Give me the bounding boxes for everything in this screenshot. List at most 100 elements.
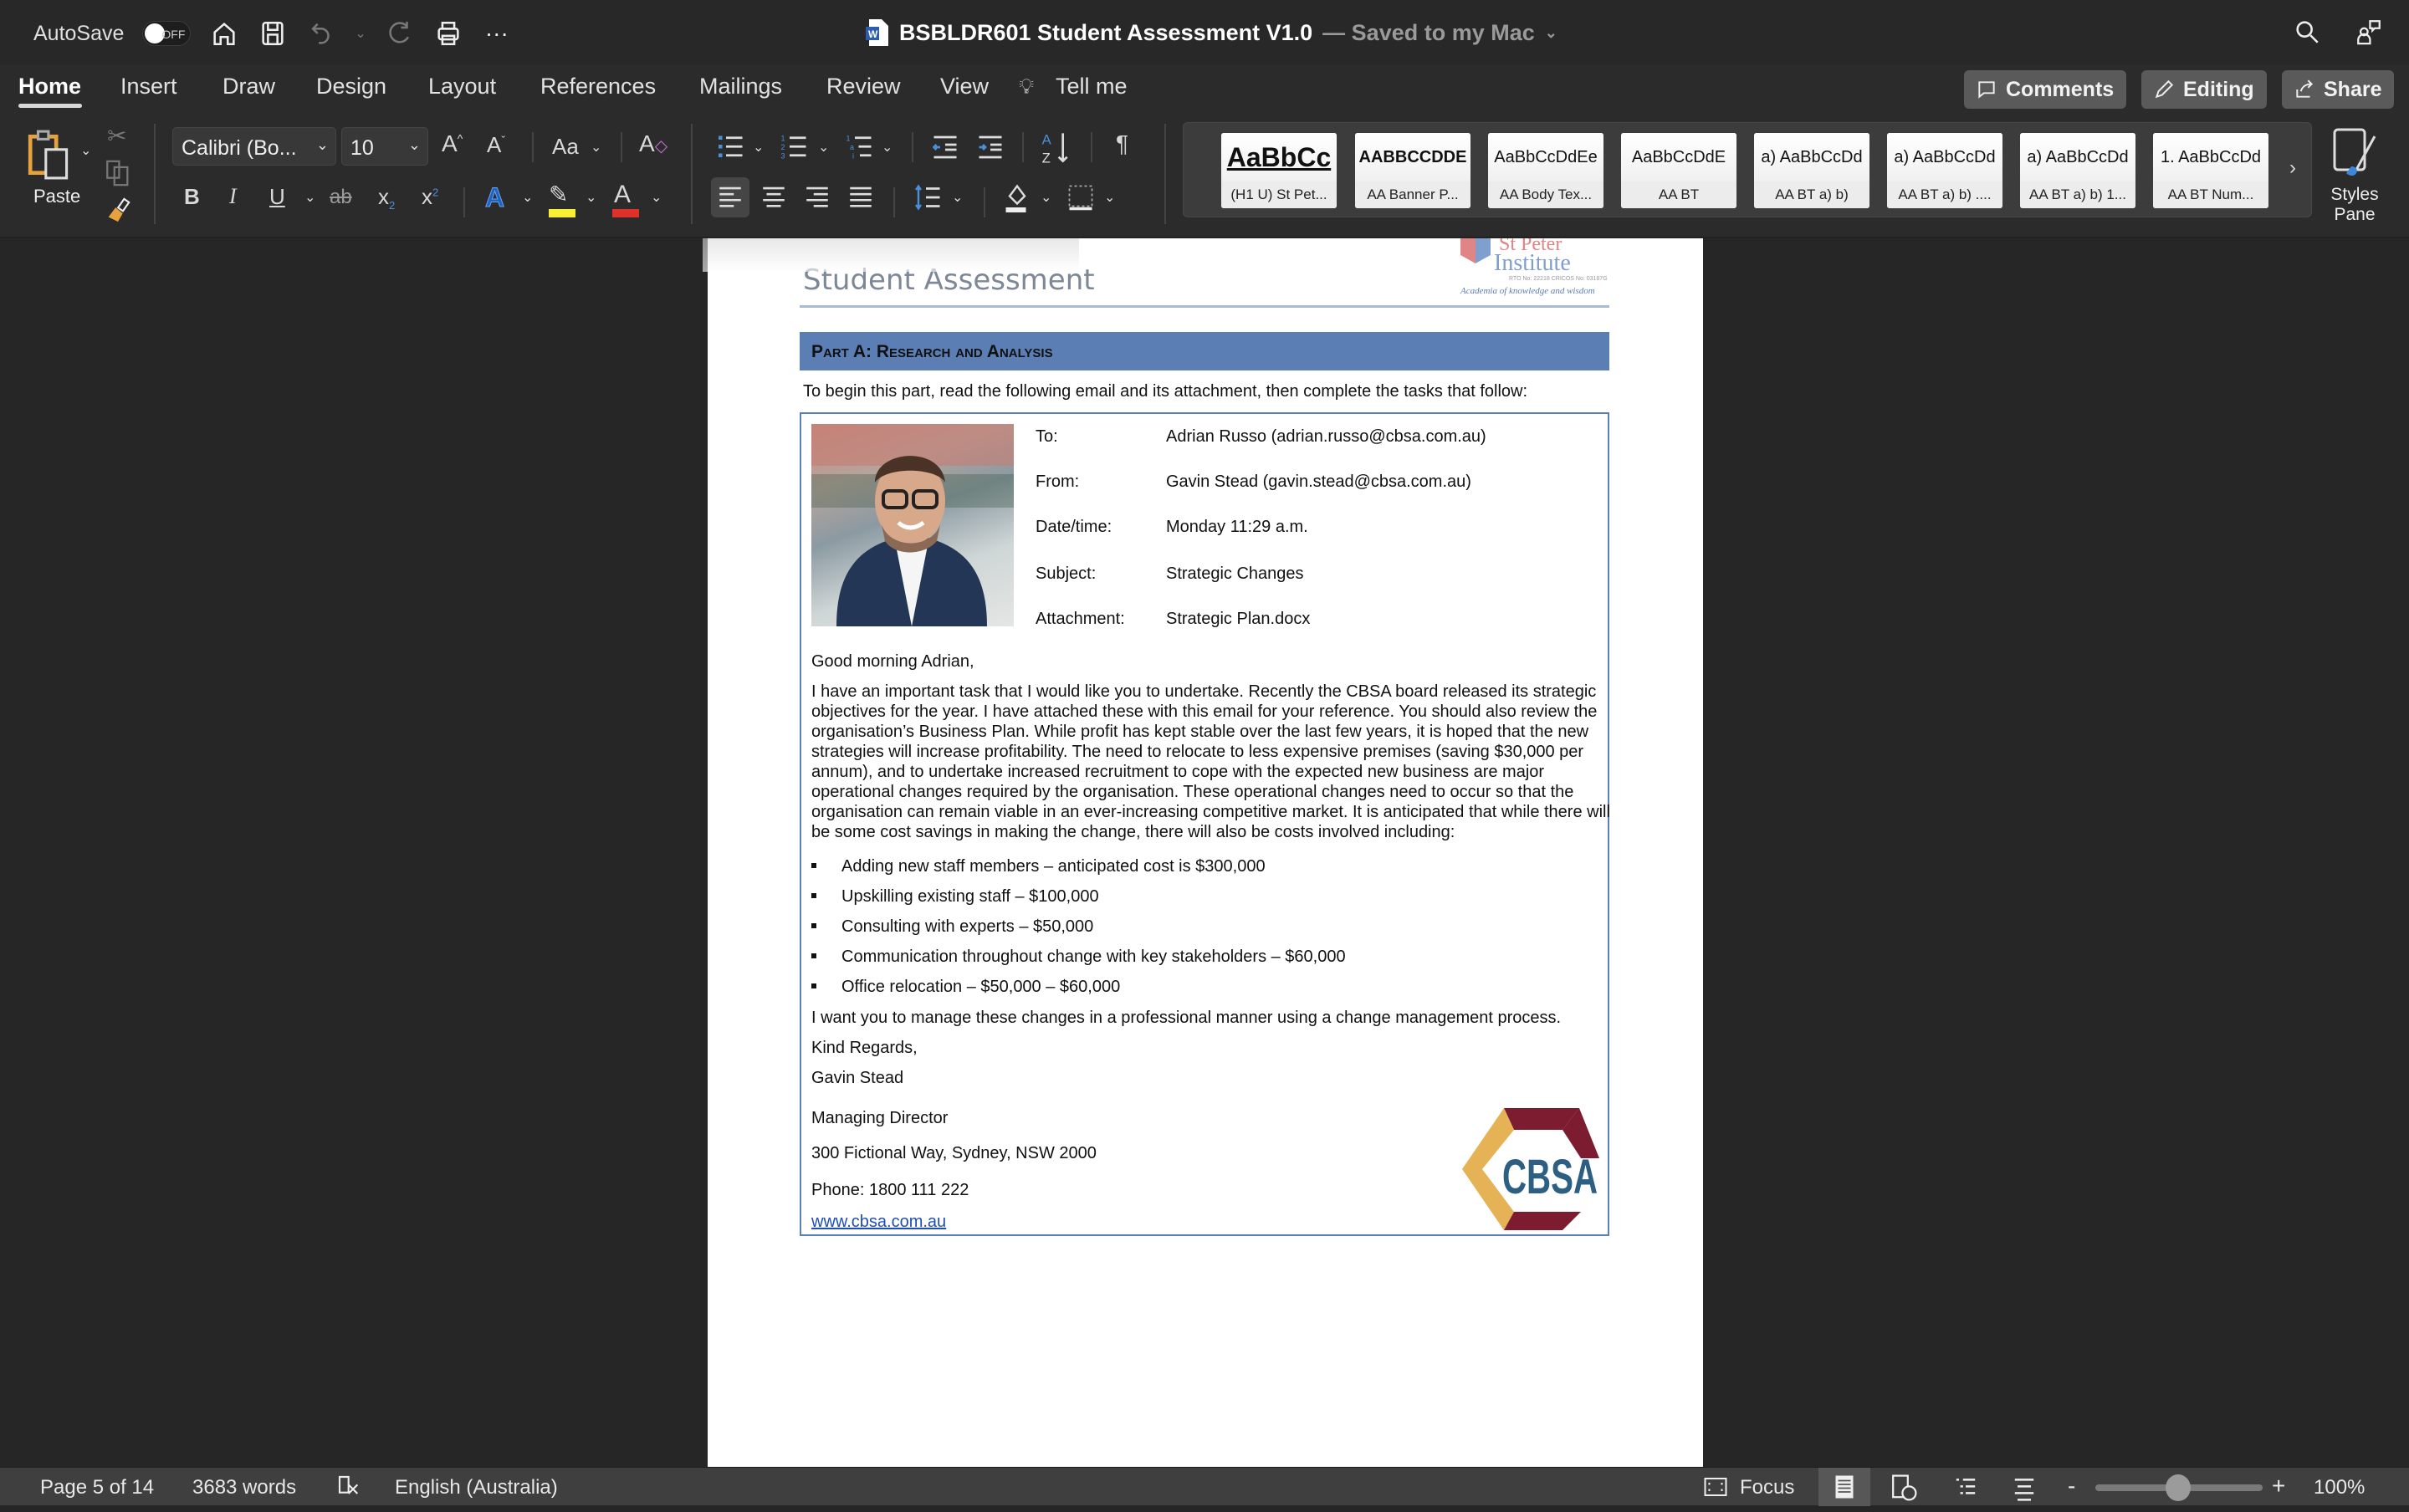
zoom-slider-handle[interactable] bbox=[2166, 1474, 2191, 1501]
tab-review[interactable]: Review bbox=[826, 74, 901, 100]
chevron-down-icon[interactable]: ⌄ bbox=[1545, 24, 1557, 42]
tab-draw[interactable]: Draw bbox=[222, 74, 275, 100]
focus-icon[interactable] bbox=[1703, 1476, 1728, 1498]
zoom-level[interactable]: 100% bbox=[2314, 1476, 2365, 1499]
tab-insert[interactable]: Insert bbox=[120, 74, 177, 100]
tab-design[interactable]: Design bbox=[316, 74, 386, 100]
print-icon[interactable] bbox=[433, 18, 463, 49]
more-icon[interactable]: ··· bbox=[482, 18, 512, 49]
meta-key: Attachment: bbox=[1036, 610, 1125, 628]
sort-icon[interactable]: AZ bbox=[1041, 129, 1074, 166]
search-icon[interactable] bbox=[2292, 17, 2322, 47]
home-icon[interactable] bbox=[209, 18, 239, 49]
chevron-down-icon[interactable]: ⌄ bbox=[818, 139, 829, 156]
chevron-down-icon[interactable]: ⌄ bbox=[586, 189, 596, 206]
gallery-next-icon[interactable]: › bbox=[2289, 156, 2296, 180]
font-size-dropdown[interactable]: 10 ⌄ bbox=[341, 127, 428, 166]
undo-icon[interactable] bbox=[306, 18, 336, 49]
style-aa-bt-num[interactable]: 1. AaBbCcDd AA BT Num... bbox=[2153, 133, 2268, 208]
styles-pane-button[interactable]: Styles Pane bbox=[2317, 125, 2392, 226]
clear-formatting-icon[interactable]: A◇ bbox=[639, 130, 667, 157]
justify-icon[interactable] bbox=[846, 182, 875, 211]
multilevel-list-icon[interactable]: 1ai bbox=[845, 132, 875, 162]
editing-button[interactable]: Editing bbox=[2141, 70, 2267, 109]
style-aa-bt-ab[interactable]: a) AaBbCcDd AA BT a) b) bbox=[1754, 133, 1869, 208]
word-count[interactable]: 3683 words bbox=[192, 1476, 296, 1499]
subscript-button[interactable]: x2 bbox=[378, 184, 395, 212]
font-name-dropdown[interactable]: Calibri (Bo... ⌄ bbox=[172, 127, 336, 166]
format-painter-icon[interactable] bbox=[104, 196, 132, 224]
email-signoff: Kind Regards, bbox=[811, 1039, 918, 1057]
style-h1-st-peter[interactable]: AaBbCc (H1 U) St Pet... bbox=[1221, 133, 1337, 208]
outline-view-icon[interactable] bbox=[1952, 1474, 1979, 1501]
document-canvas[interactable]: Student Assessment St Peter Institute RT… bbox=[0, 238, 2409, 1468]
zoom-in-button[interactable]: + bbox=[2272, 1473, 2285, 1499]
text-effects-icon[interactable]: A bbox=[484, 182, 504, 213]
save-icon[interactable] bbox=[258, 18, 288, 49]
page-count[interactable]: Page 5 of 14 bbox=[40, 1476, 154, 1499]
tab-references[interactable]: References bbox=[540, 74, 656, 100]
document-page[interactable]: Student Assessment St Peter Institute RT… bbox=[708, 238, 1703, 1468]
zoom-out-button[interactable]: - bbox=[2068, 1473, 2075, 1499]
decrease-font-size-icon[interactable]: Aˇ bbox=[487, 132, 505, 158]
borders-icon[interactable] bbox=[1066, 182, 1096, 212]
style-aa-banner[interactable]: AABBCCDDE AA Banner P... bbox=[1355, 133, 1470, 208]
show-formatting-marks-icon[interactable]: ¶ bbox=[1116, 130, 1128, 157]
chevron-down-icon[interactable]: ⌄ bbox=[304, 189, 315, 206]
tab-layout[interactable]: Layout bbox=[428, 74, 496, 100]
chevron-down-icon[interactable]: ⌄ bbox=[651, 189, 662, 206]
style-aa-body-text[interactable]: AaBbCcDdEe AA Body Tex... bbox=[1488, 133, 1603, 208]
chevron-down-icon[interactable]: ⌄ bbox=[882, 139, 893, 156]
meta-value: Strategic Plan.docx bbox=[1166, 610, 1311, 628]
style-aa-bt[interactable]: AaBbCcDdE AA BT bbox=[1621, 133, 1736, 208]
share-people-icon[interactable] bbox=[2354, 17, 2384, 47]
print-layout-view-button[interactable] bbox=[1818, 1468, 1870, 1506]
chevron-down-icon[interactable]: ⌄ bbox=[753, 139, 764, 156]
language-indicator[interactable]: English (Australia) bbox=[395, 1476, 558, 1499]
chevron-down-icon[interactable]: ⌄ bbox=[952, 189, 963, 206]
tab-mailings[interactable]: Mailings bbox=[699, 74, 782, 100]
bullets-icon[interactable] bbox=[716, 132, 746, 162]
underline-button[interactable]: U bbox=[269, 184, 285, 210]
superscript-button[interactable]: x2 bbox=[422, 184, 438, 210]
increase-font-size-icon[interactable]: A^ bbox=[442, 130, 463, 157]
draft-view-icon[interactable] bbox=[2011, 1474, 2038, 1501]
proofing-icon[interactable] bbox=[336, 1474, 363, 1499]
highlight-icon[interactable]: ✎ bbox=[549, 181, 568, 208]
strikethrough-button[interactable]: ab bbox=[330, 186, 352, 209]
paste-icon[interactable] bbox=[25, 129, 77, 181]
chevron-down-icon[interactable]: ⌄ bbox=[591, 139, 601, 156]
align-center-icon[interactable] bbox=[760, 182, 788, 211]
numbering-icon[interactable]: 123 bbox=[780, 132, 810, 162]
copy-icon[interactable] bbox=[104, 159, 132, 187]
focus-mode-button[interactable]: Focus bbox=[1740, 1476, 1794, 1499]
style-aa-bt-ab-2[interactable]: a) AaBbCcDd AA BT a) b) .... bbox=[1887, 133, 2002, 208]
cut-icon[interactable]: ✂ bbox=[107, 122, 126, 150]
increase-indent-icon[interactable] bbox=[975, 132, 1005, 162]
web-layout-icon[interactable] bbox=[1890, 1474, 1917, 1501]
paste-dropdown-icon[interactable]: ⌄ bbox=[80, 142, 91, 159]
chevron-down-icon[interactable]: ⌄ bbox=[1041, 189, 1051, 206]
company-website-link[interactable]: www.cbsa.com.au bbox=[811, 1212, 946, 1232]
change-case-icon[interactable]: Aa bbox=[552, 134, 579, 160]
chevron-down-icon[interactable]: ⌄ bbox=[522, 189, 533, 206]
redo-icon[interactable] bbox=[385, 18, 415, 49]
autosave-toggle[interactable]: OFF bbox=[142, 21, 192, 46]
tab-home[interactable]: Home bbox=[18, 74, 81, 100]
tab-view[interactable]: View bbox=[940, 74, 989, 100]
shading-icon[interactable] bbox=[1002, 181, 1032, 214]
decrease-indent-icon[interactable] bbox=[930, 132, 960, 162]
align-right-icon[interactable] bbox=[803, 182, 831, 211]
undo-dropdown-icon[interactable]: ⌄ bbox=[355, 25, 366, 42]
comments-button[interactable]: Comments bbox=[1964, 70, 2126, 109]
font-color-icon[interactable]: A bbox=[614, 181, 631, 209]
bold-button[interactable]: B bbox=[184, 184, 200, 210]
chevron-down-icon[interactable]: ⌄ bbox=[1104, 189, 1115, 206]
line-spacing-icon[interactable] bbox=[913, 182, 944, 212]
share-button[interactable]: Share bbox=[2282, 70, 2394, 109]
italic-button[interactable]: I bbox=[229, 184, 237, 209]
tell-me-search[interactable]: Tell me bbox=[1056, 74, 1128, 100]
document-title[interactable]: W BSBLDR601 Student Assessment V1.0 — Sa… bbox=[866, 18, 1557, 47]
style-aa-bt-ab-1[interactable]: a) AaBbCcDd AA BT a) b) 1... bbox=[2020, 133, 2135, 208]
align-left-button[interactable] bbox=[711, 177, 749, 217]
